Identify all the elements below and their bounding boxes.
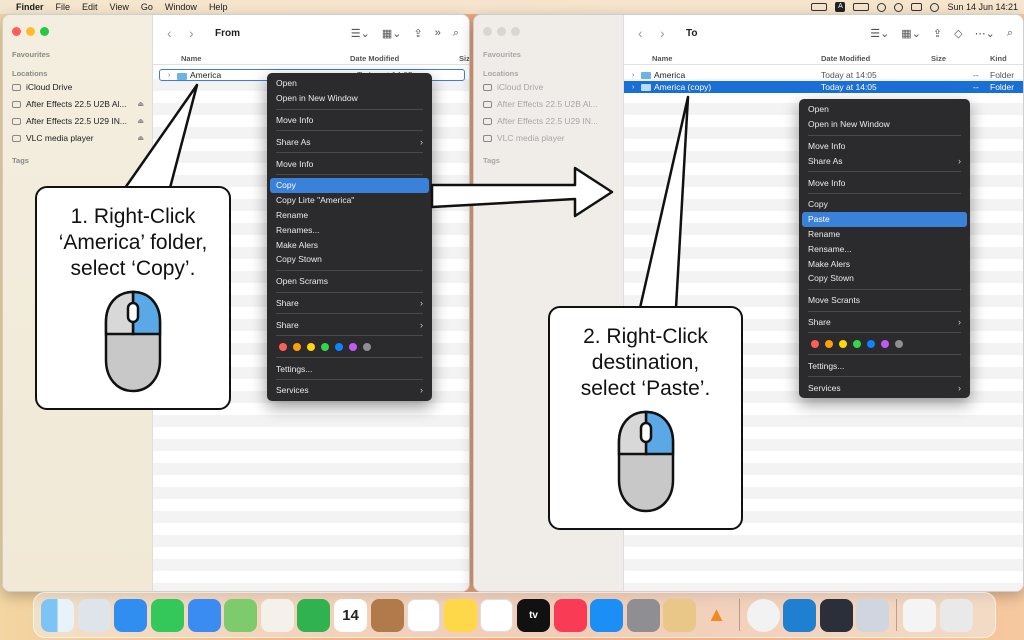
- dock-separator: [895, 599, 897, 631]
- maps-icon[interactable]: [224, 598, 258, 632]
- callout-line-1: 1. Right-Click: [70, 205, 196, 228]
- callout-step-2: 2. Right-Click destination, select ‘Past…: [548, 306, 743, 530]
- mouse-right-click-icon: [104, 290, 162, 393]
- messages-icon[interactable]: [151, 598, 185, 632]
- photos-icon[interactable]: [260, 598, 294, 632]
- music-icon[interactable]: [553, 598, 587, 632]
- facetime-icon[interactable]: [297, 598, 331, 632]
- finder-icon[interactable]: [41, 598, 75, 632]
- callout-line-3: select ‘Copy’.: [70, 257, 196, 280]
- printer-icon[interactable]: [856, 598, 890, 632]
- reminders-icon[interactable]: [407, 598, 441, 632]
- callout-line-1: 2. Right-Click: [583, 325, 708, 348]
- apple-tv-icon[interactable]: tv: [517, 598, 551, 632]
- launchpad-icon[interactable]: [77, 598, 111, 632]
- safari-icon[interactable]: [114, 598, 148, 632]
- mail-icon[interactable]: [187, 598, 221, 632]
- mouse-right-click-icon: [617, 410, 674, 513]
- freeform-icon[interactable]: [480, 598, 514, 632]
- calendar-icon[interactable]: 14: [334, 598, 368, 632]
- quicktime-icon[interactable]: [819, 598, 853, 632]
- app-store-icon[interactable]: [590, 598, 624, 632]
- callout-line-2: ‘America’ folder,: [58, 231, 208, 254]
- arrow-icon: [430, 166, 614, 218]
- trash-icon[interactable]: [939, 598, 973, 632]
- callout-line-3: select ‘Paste’.: [580, 377, 711, 400]
- notes-icon[interactable]: [443, 598, 477, 632]
- callout-pointer-left: [123, 83, 199, 190]
- callout-pointer-right: [638, 95, 690, 310]
- downloads-icon[interactable]: [902, 598, 936, 632]
- callout-step-1: 1. Right-Click ‘America’ folder, select …: [35, 186, 231, 410]
- dock: 14 tv ▲: [33, 592, 996, 638]
- dock-separator: [739, 599, 741, 631]
- callout-line-2: destination,: [591, 351, 700, 374]
- contacts-icon[interactable]: [370, 598, 404, 632]
- vscode-icon[interactable]: [783, 598, 817, 632]
- preview-icon[interactable]: [663, 598, 697, 632]
- vlc-icon[interactable]: ▲: [700, 599, 733, 632]
- system-settings-icon[interactable]: [626, 598, 660, 632]
- chrome-icon[interactable]: [746, 598, 780, 632]
